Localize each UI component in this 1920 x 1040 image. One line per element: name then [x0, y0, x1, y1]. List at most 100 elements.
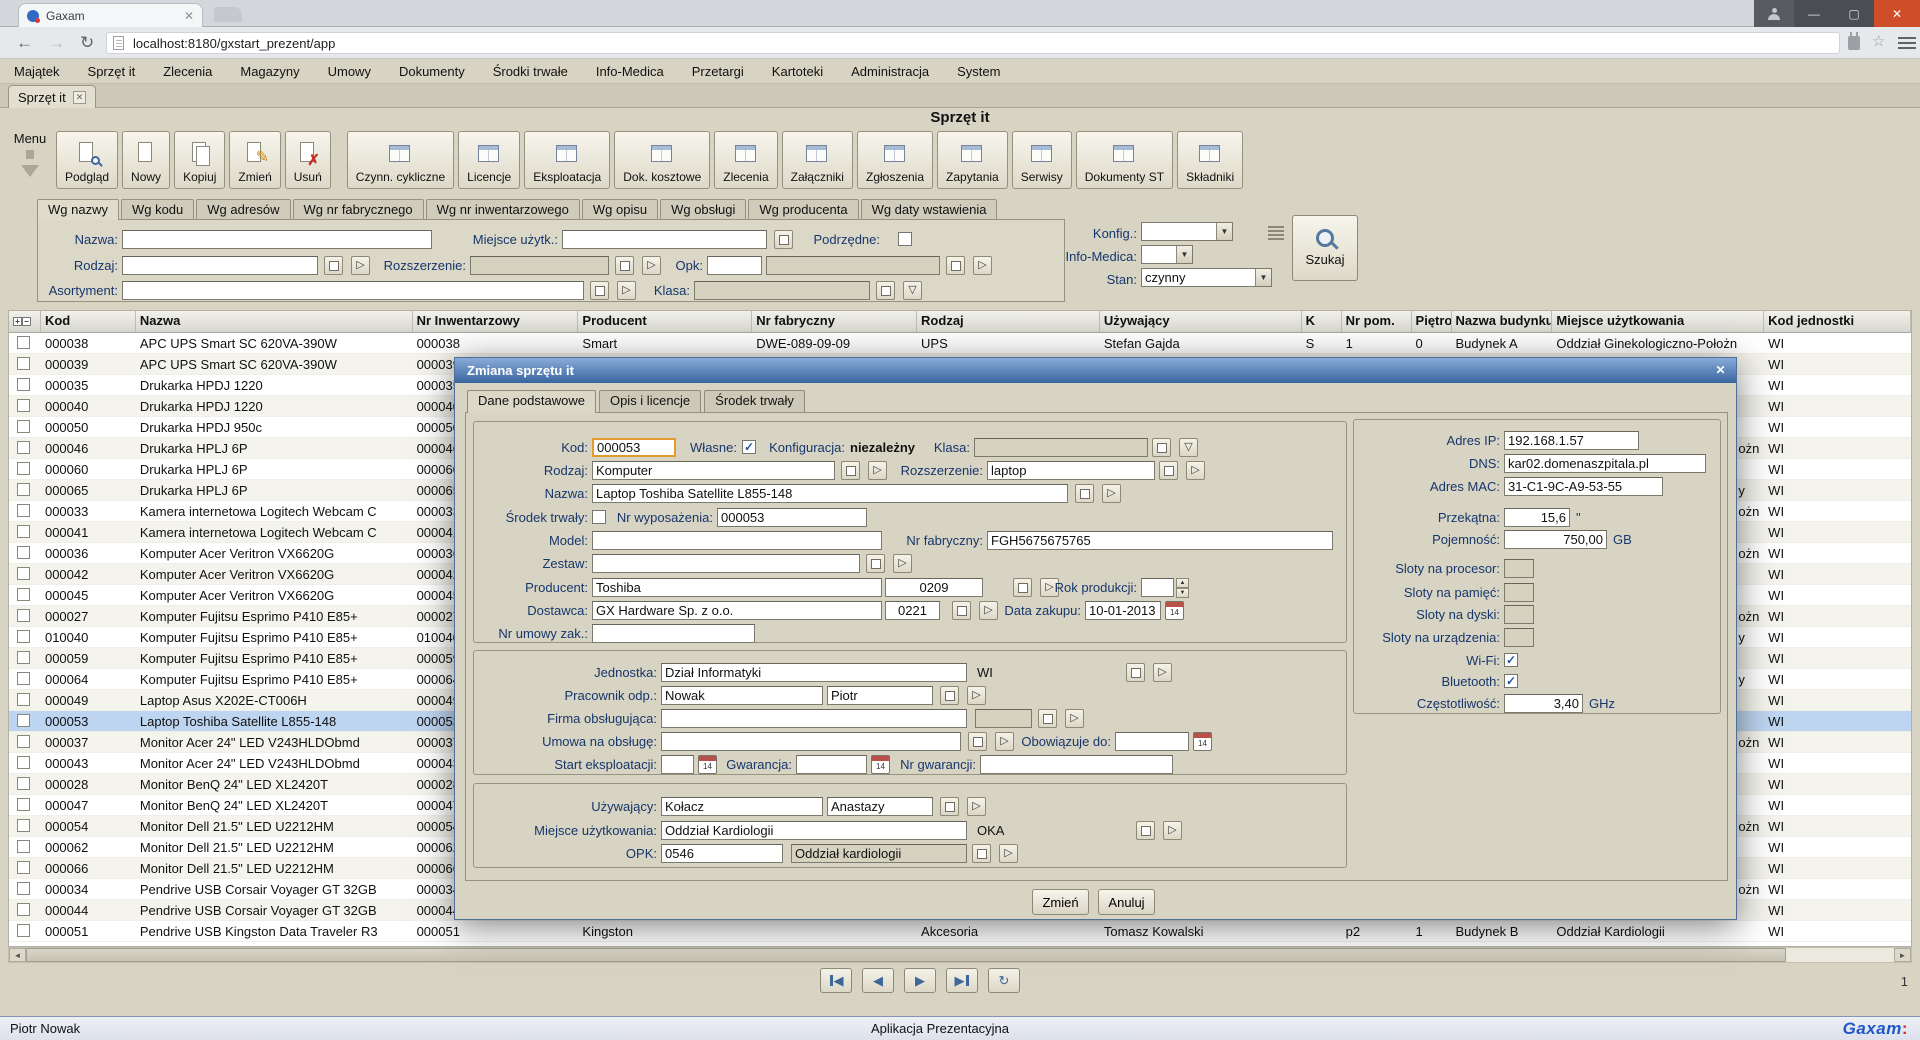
tab-opis-i-licencje[interactable]: Opis i licencje	[599, 390, 701, 412]
forward-button[interactable]: →	[48, 31, 65, 55]
open-button[interactable]: ▷	[1065, 709, 1084, 728]
klasa-input[interactable]	[974, 438, 1148, 457]
filter-tab-wg-nazwy[interactable]: Wg nazwy	[37, 199, 119, 220]
open-button[interactable]: ▷	[1163, 821, 1182, 840]
row-checkbox[interactable]	[17, 504, 30, 517]
toolbar-button-dok-kosztowe[interactable]: Dok. kosztowe	[614, 131, 710, 189]
opk-input[interactable]	[661, 844, 783, 863]
miejsce-uzytkowania-input[interactable]	[661, 821, 967, 840]
column-header-nazwa-budynku[interactable]: Nazwa budynku	[1452, 311, 1553, 332]
lookup-button[interactable]	[1159, 461, 1178, 480]
menu-item-zlecenia[interactable]: Zlecenia	[149, 64, 226, 79]
menu-block[interactable]: Menu	[8, 131, 52, 189]
column-header-rodzaj[interactable]: Rodzaj	[917, 311, 1100, 332]
row-checkbox[interactable]	[17, 777, 30, 790]
lookup-button[interactable]	[946, 256, 965, 275]
sloty-dyski-input[interactable]	[1504, 605, 1534, 624]
extension-icon[interactable]	[1848, 36, 1860, 50]
opk-nazwa-input[interactable]	[791, 844, 967, 863]
user-profile-button[interactable]	[1754, 0, 1794, 27]
sloty-procesor-input[interactable]	[1504, 559, 1534, 578]
reload-button[interactable]: ↻	[80, 31, 94, 55]
filter-tab-wg-obsługi[interactable]: Wg obsługi	[660, 199, 746, 219]
konfig-select[interactable]: ▼	[1141, 222, 1233, 241]
column-header-nr-pom[interactable]: Nr pom.	[1342, 311, 1412, 332]
row-checkbox[interactable]	[17, 861, 30, 874]
filter-tab-wg-nr-fabrycznego[interactable]: Wg nr fabrycznego	[293, 199, 424, 219]
toolbar-button-czynn-cykliczne[interactable]: Czynn. cykliczne	[347, 131, 454, 189]
row-checkbox[interactable]	[17, 630, 30, 643]
opk-input[interactable]	[707, 256, 762, 275]
lookup-button[interactable]	[1126, 663, 1145, 682]
row-checkbox[interactable]	[17, 336, 30, 349]
last-page-button[interactable]: ▶	[946, 968, 978, 993]
row-checkbox[interactable]	[17, 735, 30, 748]
browser-tab[interactable]: Gaxam ✕	[18, 3, 203, 27]
column-header-miejsce-użytkowania[interactable]: Miejsce użytkowania	[1552, 311, 1764, 332]
model-input[interactable]	[592, 531, 882, 550]
bookmark-star-icon[interactable]: ☆	[1872, 32, 1885, 50]
nr-wyposazenia-input[interactable]	[717, 508, 867, 527]
toolbar-button-zlecenia[interactable]: Zlecenia	[714, 131, 777, 189]
podrzedne-checkbox[interactable]	[898, 232, 912, 246]
nr-umowy-input[interactable]	[592, 624, 755, 643]
open-button[interactable]: ▷	[967, 797, 986, 816]
open-button[interactable]: ▷	[967, 686, 986, 705]
wifi-checkbox[interactable]	[1504, 653, 1518, 667]
lookup-button[interactable]	[876, 281, 895, 300]
first-page-button[interactable]: ◀	[820, 968, 852, 993]
row-checkbox[interactable]	[17, 378, 30, 391]
menu-lines-icon[interactable]	[1268, 226, 1284, 239]
rok-produkcji-input[interactable]	[1141, 578, 1174, 597]
rozszerzenie-input[interactable]	[470, 256, 609, 275]
nr-fabryczny-input[interactable]	[987, 531, 1333, 550]
lookup-button[interactable]	[940, 797, 959, 816]
sloty-pamiec-input[interactable]	[1504, 583, 1534, 602]
klasa-input[interactable]	[694, 281, 870, 300]
adres-ip-input[interactable]	[1504, 431, 1639, 450]
lookup-button[interactable]	[940, 686, 959, 705]
lookup-button[interactable]	[1038, 709, 1057, 728]
row-checkbox[interactable]	[17, 924, 30, 937]
browser-menu-icon[interactable]	[1898, 37, 1916, 49]
menu-item-przetargi[interactable]: Przetargi	[678, 64, 758, 79]
dialog-close-icon[interactable]: ✕	[1712, 362, 1729, 379]
tab-srodek-trwaly[interactable]: Środek trwały	[704, 390, 805, 412]
filter-tab-wg-producenta[interactable]: Wg producenta	[748, 199, 858, 219]
open-button[interactable]: ▷	[893, 554, 912, 573]
przekatna-input[interactable]	[1504, 508, 1570, 527]
column-header-piętro[interactable]: Piętro	[1412, 311, 1452, 332]
dialog-titlebar[interactable]: Zmiana sprzętu it ✕	[455, 358, 1736, 383]
wlasne-checkbox[interactable]	[742, 440, 756, 454]
asortyment-input[interactable]	[122, 281, 584, 300]
jednostka-input[interactable]	[661, 663, 967, 682]
toolbar-button-serwisy[interactable]: Serwisy	[1012, 131, 1072, 189]
nazwa-input[interactable]	[122, 230, 432, 249]
firma-input[interactable]	[661, 709, 967, 728]
filter-tab-wg-kodu[interactable]: Wg kodu	[121, 199, 194, 219]
open-button[interactable]: ▷	[973, 256, 992, 275]
uzywajacy-imie-input[interactable]	[827, 797, 933, 816]
dropdown-button[interactable]: ▽	[1179, 438, 1198, 457]
scroll-left-icon[interactable]: ◄	[9, 948, 26, 962]
tab-close-icon[interactable]: ✕	[184, 9, 194, 23]
horizontal-scrollbar[interactable]: ◄ ►	[8, 947, 1912, 963]
stan-select[interactable]: czynny▼	[1141, 268, 1272, 287]
obowiazuje-input[interactable]	[1115, 732, 1189, 751]
lookup-button[interactable]	[1075, 484, 1094, 503]
miejsce-uzytk-input[interactable]	[562, 230, 767, 249]
menu-item-administracja[interactable]: Administracja	[837, 64, 943, 79]
dostawca-kod-input[interactable]	[885, 601, 940, 620]
open-button[interactable]: ▷	[1102, 484, 1121, 503]
uzywajacy-nazwisko-input[interactable]	[661, 797, 823, 816]
column-header-nr-inwentarzowy[interactable]: Nr Inwentarzowy	[413, 311, 579, 332]
row-checkbox[interactable]	[17, 903, 30, 916]
row-checkbox[interactable]	[17, 651, 30, 664]
expand-collapse-header[interactable]: +−	[9, 311, 41, 332]
filter-tab-wg-opisu[interactable]: Wg opisu	[582, 199, 658, 219]
lookup-button[interactable]	[324, 256, 343, 275]
rozszerzenie-input[interactable]	[987, 461, 1155, 480]
maximize-button[interactable]: ▢	[1834, 0, 1874, 27]
column-header-nr-fabryczny[interactable]: Nr fabryczny	[752, 311, 917, 332]
tab-dane-podstawowe[interactable]: Dane podstawowe	[467, 390, 596, 413]
